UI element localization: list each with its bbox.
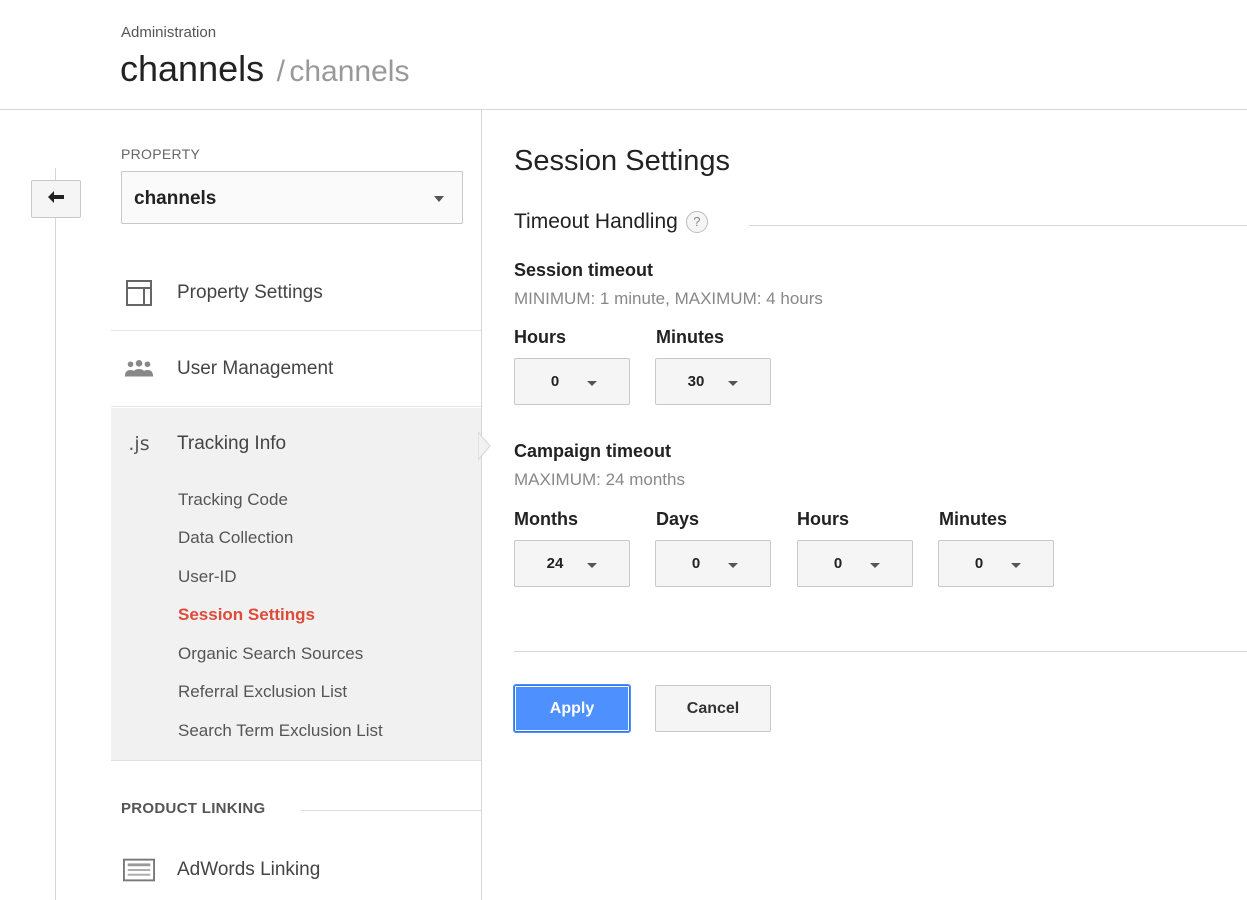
campaign-days-select[interactable]: 0 xyxy=(655,540,771,587)
nav-item-tracking-info[interactable]: .js Tracking Info xyxy=(111,408,481,480)
sub-item-referral-exclusion-list[interactable]: Referral Exclusion List xyxy=(178,682,347,702)
sub-item-data-collection[interactable]: Data Collection xyxy=(178,528,293,548)
nav-item-user-management[interactable]: User Management xyxy=(111,331,481,407)
page-subtitle: channels xyxy=(289,55,410,88)
title-separator: / xyxy=(276,55,285,88)
tracking-info-section: .js Tracking Info Tracking Code Data Col… xyxy=(111,408,481,761)
property-settings-icon xyxy=(123,279,155,307)
property-label: PROPERTY xyxy=(121,146,201,162)
campaign-timeout-hint: MAXIMUM: 24 months xyxy=(514,470,685,489)
back-arrow-icon xyxy=(47,190,65,209)
back-button[interactable] xyxy=(31,180,81,218)
timeout-handling-label: Timeout Handling xyxy=(514,210,678,233)
session-hours-select[interactable]: 0 xyxy=(514,358,630,405)
chevron-down-icon xyxy=(728,563,738,568)
campaign-days-value: 0 xyxy=(691,555,701,572)
campaign-days-label: Days xyxy=(656,509,700,529)
session-settings-panel: Session Settings Timeout Handling ? Sess… xyxy=(482,110,1247,900)
nav-item-adwords-linking[interactable]: AdWords Linking xyxy=(111,840,481,900)
nav-label-property-settings: Property Settings xyxy=(177,281,323,303)
page-title: channels xyxy=(120,48,265,89)
sub-item-organic-search-sources[interactable]: Organic Search Sources xyxy=(178,644,363,664)
sub-item-tracking-code[interactable]: Tracking Code xyxy=(178,490,288,510)
campaign-minutes-label: Minutes xyxy=(939,509,1008,529)
sub-item-search-term-exclusion-list[interactable]: Search Term Exclusion List xyxy=(178,721,383,741)
campaign-minutes-value: 0 xyxy=(974,555,984,572)
timeout-handling-divider xyxy=(749,225,1247,226)
session-minutes-label: Minutes xyxy=(656,327,725,347)
nav-label-user-management: User Management xyxy=(177,357,334,379)
chevron-down-icon xyxy=(1011,563,1021,568)
campaign-months-label: Months xyxy=(514,509,578,529)
campaign-hours-label: Hours xyxy=(797,509,850,529)
campaign-months-select[interactable]: 24 xyxy=(514,540,630,587)
session-minutes-select[interactable]: 30 xyxy=(655,358,771,405)
help-icon[interactable]: ? xyxy=(685,211,708,233)
nav-label-tracking-info: Tracking Info xyxy=(177,433,287,454)
session-minutes-value: 30 xyxy=(687,373,705,390)
js-icon: .js xyxy=(128,433,150,455)
timeout-handling-heading: Timeout Handling ? xyxy=(514,210,708,234)
product-linking-divider xyxy=(301,810,481,811)
users-icon xyxy=(123,355,155,383)
chevron-down-icon xyxy=(434,196,444,202)
chevron-down-icon xyxy=(728,381,738,386)
adwords-icon xyxy=(123,856,155,884)
session-hours-label: Hours xyxy=(514,327,567,347)
session-timeout-hint: MINIMUM: 1 minute, MAXIMUM: 4 hours xyxy=(514,289,823,308)
rail-line xyxy=(55,168,56,900)
page-header: Administration channels / channels xyxy=(0,0,1247,110)
chevron-down-icon xyxy=(587,381,597,386)
property-select[interactable]: channels xyxy=(121,171,463,224)
property-select-value: channels xyxy=(134,188,217,209)
chevron-down-icon xyxy=(587,563,597,568)
nav-item-property-settings[interactable]: Property Settings xyxy=(111,255,481,331)
campaign-hours-value: 0 xyxy=(833,555,843,572)
campaign-hours-select[interactable]: 0 xyxy=(797,540,913,587)
page-title-row: channels / channels xyxy=(120,48,409,90)
admin-sidebar: PROPERTY channels Property Settings User… xyxy=(111,110,481,900)
sub-item-user-id[interactable]: User-ID xyxy=(178,567,237,587)
campaign-timeout-title: Campaign timeout xyxy=(514,441,672,461)
session-timeout-title: Session timeout xyxy=(514,260,654,280)
chevron-down-icon xyxy=(870,563,880,568)
campaign-months-value: 24 xyxy=(546,555,564,572)
sub-item-session-settings[interactable]: Session Settings xyxy=(178,605,315,625)
section-title: Session Settings xyxy=(514,145,731,177)
breadcrumb[interactable]: Administration xyxy=(121,24,216,41)
session-hours-value: 0 xyxy=(550,373,560,390)
campaign-minutes-select[interactable]: 0 xyxy=(938,540,1054,587)
cancel-button[interactable]: Cancel xyxy=(655,685,771,732)
nav-label-adwords-linking: AdWords Linking xyxy=(177,859,321,880)
product-linking-heading: PRODUCT LINKING xyxy=(121,800,266,817)
apply-button[interactable]: Apply xyxy=(513,684,631,733)
actions-divider xyxy=(514,651,1247,652)
